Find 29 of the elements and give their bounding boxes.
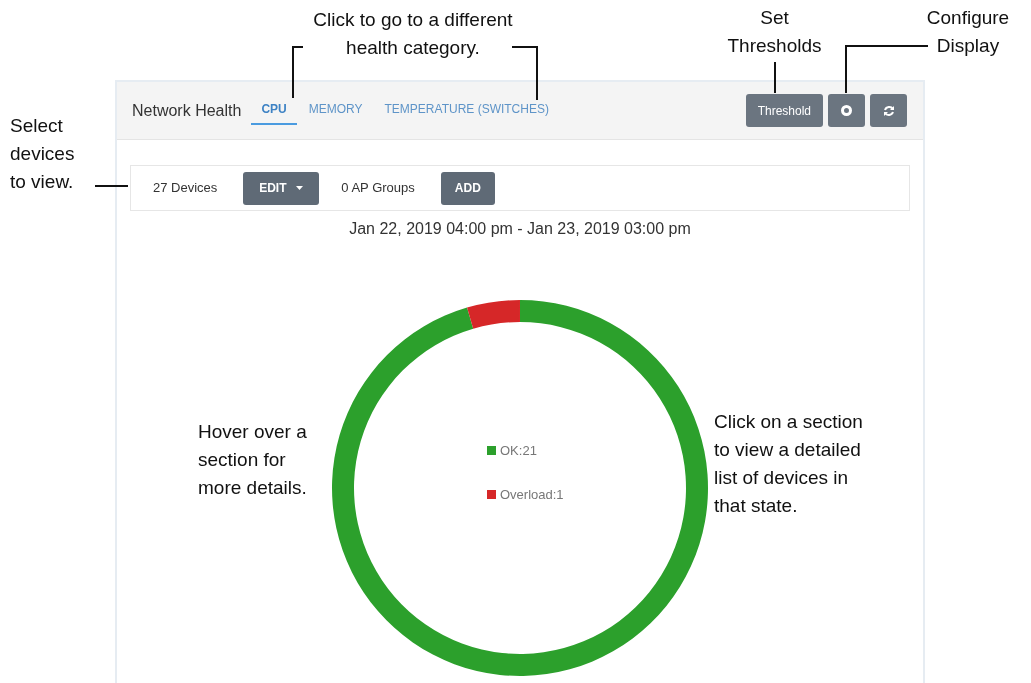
leader-line bbox=[774, 61, 776, 94]
callout-text: Hover over a section for more details. bbox=[198, 420, 308, 500]
legend-label: Overload:1 bbox=[500, 485, 564, 504]
callout-text: Click on a section to view a detailed list of devices in that state. bbox=[714, 410, 864, 518]
settings-icon bbox=[841, 105, 852, 116]
add-button[interactable]: ADD bbox=[440, 171, 495, 205]
group-count: 0 AP Groups bbox=[341, 179, 415, 198]
tab[interactable]: MEMORY bbox=[298, 96, 373, 125]
callout-text: Configure Display bbox=[925, 6, 1011, 58]
callout-text: Click to go to a different health category. bbox=[312, 8, 514, 60]
caret-icon bbox=[296, 186, 304, 190]
callout-text: Set Thresholds bbox=[726, 6, 823, 58]
refresh-button[interactable] bbox=[870, 94, 907, 127]
leader-line bbox=[511, 46, 538, 101]
donut-slice[interactable] bbox=[332, 300, 708, 676]
date-range: Jan 22, 2019 04:00 pm - Jan 23, 2019 03:00 pm bbox=[348, 219, 692, 239]
panel-title: Network Health bbox=[132, 100, 242, 121]
threshold-button[interactable]: Threshold bbox=[745, 94, 823, 127]
leader-line bbox=[94, 185, 129, 187]
tab[interactable]: TEMPERATURE (SWITCHES) bbox=[374, 96, 559, 125]
settings-button[interactable] bbox=[828, 94, 865, 127]
callout-text: Select devices to view. bbox=[10, 114, 76, 194]
donut-slice[interactable] bbox=[467, 300, 520, 329]
edit-button[interactable]: EDIT bbox=[243, 171, 320, 205]
device-count: 27 Devices bbox=[153, 179, 218, 198]
tab[interactable]: CPU bbox=[251, 96, 297, 125]
leader-line bbox=[292, 46, 304, 99]
refresh-icon bbox=[882, 104, 895, 117]
legend-label: OK:21 bbox=[500, 442, 537, 460]
